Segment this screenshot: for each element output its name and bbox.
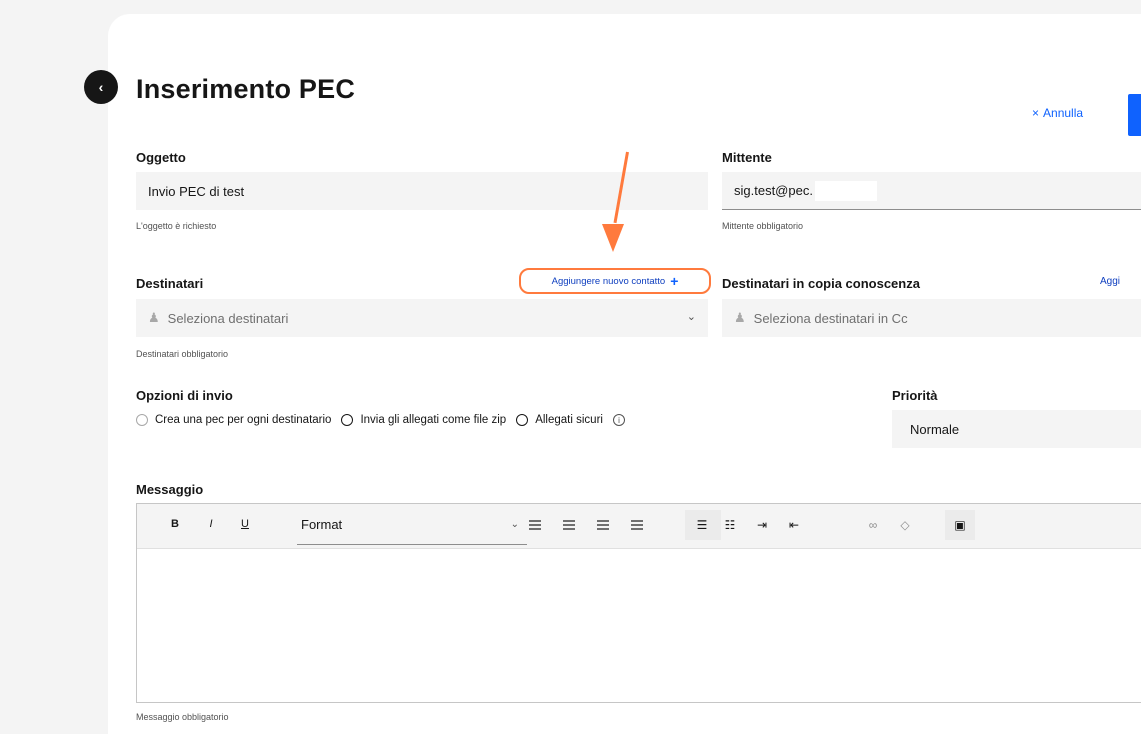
destinatari-select[interactable]: ♟ Seleziona destinatari ⌄: [136, 299, 708, 337]
user-icon: ♟: [734, 310, 746, 325]
image-icon[interactable]: ▣: [952, 518, 968, 532]
add-cc-contact-button[interactable]: Aggi: [1100, 276, 1141, 287]
chevron-left-icon: ‹: [98, 79, 104, 95]
add-contact-label: Aggiungere nuovo contatto: [551, 275, 666, 287]
messaggio-label: Messaggio: [136, 482, 204, 497]
messaggio-helper: Messaggio obbligatorio: [136, 712, 229, 722]
back-button[interactable]: ‹: [84, 70, 118, 104]
annotation-arrow-head: [602, 224, 624, 252]
bullet-list-icon[interactable]: ☰: [695, 518, 709, 532]
opzioni-label: Opzioni di invio: [136, 388, 233, 403]
align-justify-icon[interactable]: [631, 518, 643, 532]
align-center-icon[interactable]: [563, 518, 575, 532]
destinatari-placeholder: Seleziona destinatari: [167, 310, 289, 326]
user-icon: ♟: [148, 310, 160, 325]
format-label: Format: [301, 517, 343, 532]
chevron-down-icon: ⌄: [510, 519, 519, 530]
page-title: Inserimento PEC: [136, 74, 356, 104]
oggetto-value: Invio PEC di test: [148, 183, 245, 199]
destinatari-cc-label: Destinatari in copia conoscenza: [722, 276, 920, 291]
code-icon[interactable]: ◇: [897, 518, 913, 532]
option-label: Crea una pec per ogni destinatario: [155, 414, 332, 426]
align-left-icon[interactable]: [529, 518, 541, 532]
redaction-box: [814, 180, 877, 201]
option-crea-pec[interactable]: Crea una pec per ogni destinatario: [136, 414, 331, 426]
cancel-label: Annulla: [1043, 106, 1084, 120]
mittente-label: Mittente: [722, 150, 772, 165]
chevron-down-icon: ⌄: [686, 311, 696, 323]
mittente-input[interactable]: sig.test@pec.: [722, 172, 1141, 210]
plus-icon: +: [670, 273, 679, 289]
underline-button[interactable]: U: [237, 518, 253, 530]
radio-button[interactable]: [516, 414, 529, 426]
bold-button[interactable]: B: [167, 518, 183, 530]
close-icon: ×: [1032, 106, 1040, 120]
option-allegati-sicuri[interactable]: Allegati sicuri i: [516, 414, 625, 426]
destinatari-helper: Destinatari obbligatorio: [136, 349, 229, 359]
opzioni-row: Crea una pec per ogni destinatario Invia…: [136, 414, 635, 426]
align-right-icon[interactable]: [597, 518, 609, 532]
cancel-button[interactable]: × Annulla: [1032, 106, 1083, 120]
oggetto-label: Oggetto: [136, 150, 186, 165]
option-label: Invia gli allegati come file zip: [360, 414, 507, 426]
numbered-list-icon[interactable]: ☷: [723, 518, 737, 532]
destinatari-label: Destinatari: [136, 276, 204, 291]
mittente-value: sig.test@pec.: [734, 183, 813, 198]
info-icon[interactable]: i: [612, 414, 625, 426]
radio-button[interactable]: [136, 414, 148, 426]
link-icon[interactable]: ∞: [865, 518, 881, 532]
radio-button[interactable]: [341, 414, 354, 426]
priorita-select[interactable]: Normale: [892, 410, 1141, 448]
oggetto-helper: L'oggetto è richiesto: [136, 221, 217, 231]
save-button[interactable]: [1128, 94, 1141, 136]
priorita-label: Priorità: [892, 388, 938, 403]
message-editor[interactable]: B I U Format ⌄ ☰ ☷ ⇥ ⇤ ∞ ◇ ▣: [136, 503, 1141, 703]
indent-icon[interactable]: ⇥: [755, 518, 769, 532]
outdent-icon[interactable]: ⇤: [787, 518, 801, 532]
italic-button[interactable]: I: [203, 518, 219, 530]
priorita-value: Normale: [910, 421, 960, 437]
destinatari-cc-select[interactable]: ♟ Seleziona destinatari in Cc: [722, 299, 1141, 337]
mittente-helper: Mittente obbligatorio: [722, 221, 804, 231]
add-contact-button[interactable]: Aggiungere nuovo contatto +: [519, 268, 711, 294]
option-label: Allegati sicuri: [535, 414, 603, 426]
editor-toolbar: B I U Format ⌄ ☰ ☷ ⇥ ⇤ ∞ ◇ ▣: [137, 504, 1141, 549]
option-zip[interactable]: Invia gli allegati come file zip: [341, 414, 506, 426]
destinatari-cc-placeholder: Seleziona destinatari in Cc: [753, 310, 908, 326]
format-select[interactable]: Format ⌄: [297, 517, 527, 545]
